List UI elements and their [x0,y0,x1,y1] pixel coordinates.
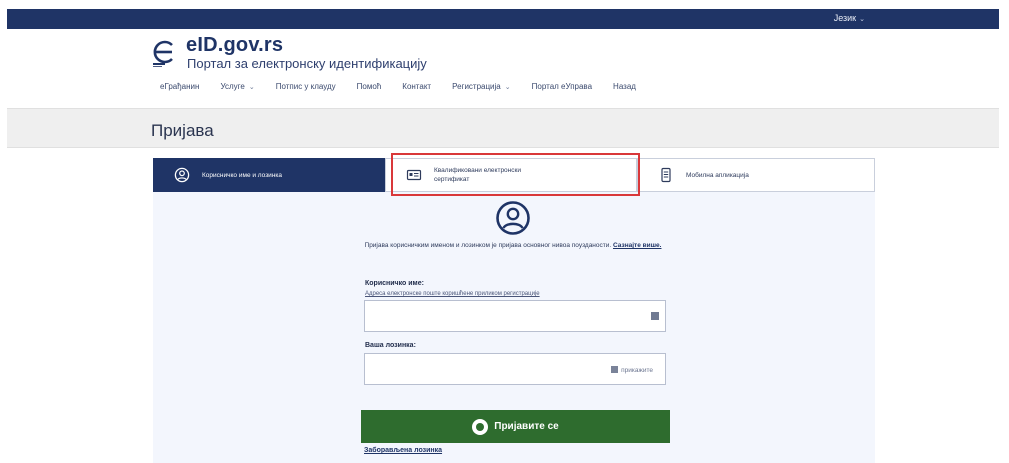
info-text: Пријава корисничким именом и лозинком је… [364,242,612,249]
password-label: Ваша лозинка: [365,342,416,349]
username-input[interactable] [364,300,666,332]
learn-more-link[interactable]: Сазнајте више. [613,242,661,249]
eye-icon [611,366,619,373]
nav-item-usluge[interactable]: Услуге ⌄ [220,82,254,100]
nav-item-label: Регистрација [452,82,501,91]
nav-item-label: Контакт [402,82,432,91]
chevron-down-icon: ⌄ [859,16,865,23]
nav-item-portal-euprava[interactable]: Портал eУправа [532,82,592,100]
nav-item-nazad[interactable]: Назад [613,82,636,100]
password-input[interactable]: прикажите [364,353,666,385]
language-label: Језик [833,13,857,23]
login-info-text: Пријава корисничким именом и лозинком је… [283,240,743,251]
nav-item-label: Потпис у клауду [275,82,336,91]
login-button-label: Пријавите се [494,421,559,432]
tab-label: Корисничко име и лозинка [202,171,283,179]
nav-item-label: Портал eУправа [531,82,593,91]
top-bar: Језик ⌄ [7,9,999,29]
nav-item-label: Услуге [220,82,245,91]
nav-item-pomoc[interactable]: Помоћ [357,82,382,100]
login-button[interactable]: Пријавите се [361,410,670,443]
username-label: Корисничко име: [365,280,424,287]
highlight-box [391,153,640,196]
main-nav: eГрађанин Услуге ⌄ Потпис у клауду Помоћ … [160,82,657,100]
show-password-toggle[interactable]: прикажите [611,366,653,374]
nav-item-label: Помоћ [356,82,382,91]
page-title-band: Пријава [7,108,999,148]
user-circle-icon [174,167,190,183]
language-selector[interactable]: Језик ⌄ [834,13,865,23]
forgot-password-link[interactable]: Заборављена лозинка [364,447,442,454]
user-avatar-icon [496,201,530,235]
show-password-label: прикажите [621,367,653,374]
site-header: eID.gov.rs Портал за електронску идентиф… [150,34,650,74]
brand-name[interactable]: eID.gov.rs [186,34,283,57]
nav-item-label: Назад [613,82,636,91]
chevron-down-icon: ⌄ [248,84,255,91]
nav-item-egradjanin[interactable]: eГрађанин [160,82,199,100]
mobile-app-icon [661,167,671,183]
tab-mobile-app[interactable]: Мобилна апликација [637,158,875,192]
autofill-icon[interactable] [651,312,659,320]
page-title: Пријава [151,121,214,140]
login-icon [472,418,489,435]
tab-label: Мобилна апликација [686,171,749,179]
login-card: Корисничко име и лозинка Квалификовани е… [153,158,875,463]
brand-tagline: Портал за електронску идентификацију [187,56,427,71]
nav-item-label: eГрађанин [160,82,200,91]
eid-logo-icon[interactable] [150,37,178,67]
nav-item-registracija[interactable]: Регистрација ⌄ [452,82,511,100]
tab-username-password[interactable]: Корисничко име и лозинка [153,158,385,192]
chevron-down-icon: ⌄ [504,84,511,91]
nav-item-kontakt[interactable]: Контакт [402,82,431,100]
nav-item-potpis-u-klaudu[interactable]: Потпис у клауду [276,82,336,100]
username-hint: Адреса електронске поште коришћене прили… [365,291,540,297]
